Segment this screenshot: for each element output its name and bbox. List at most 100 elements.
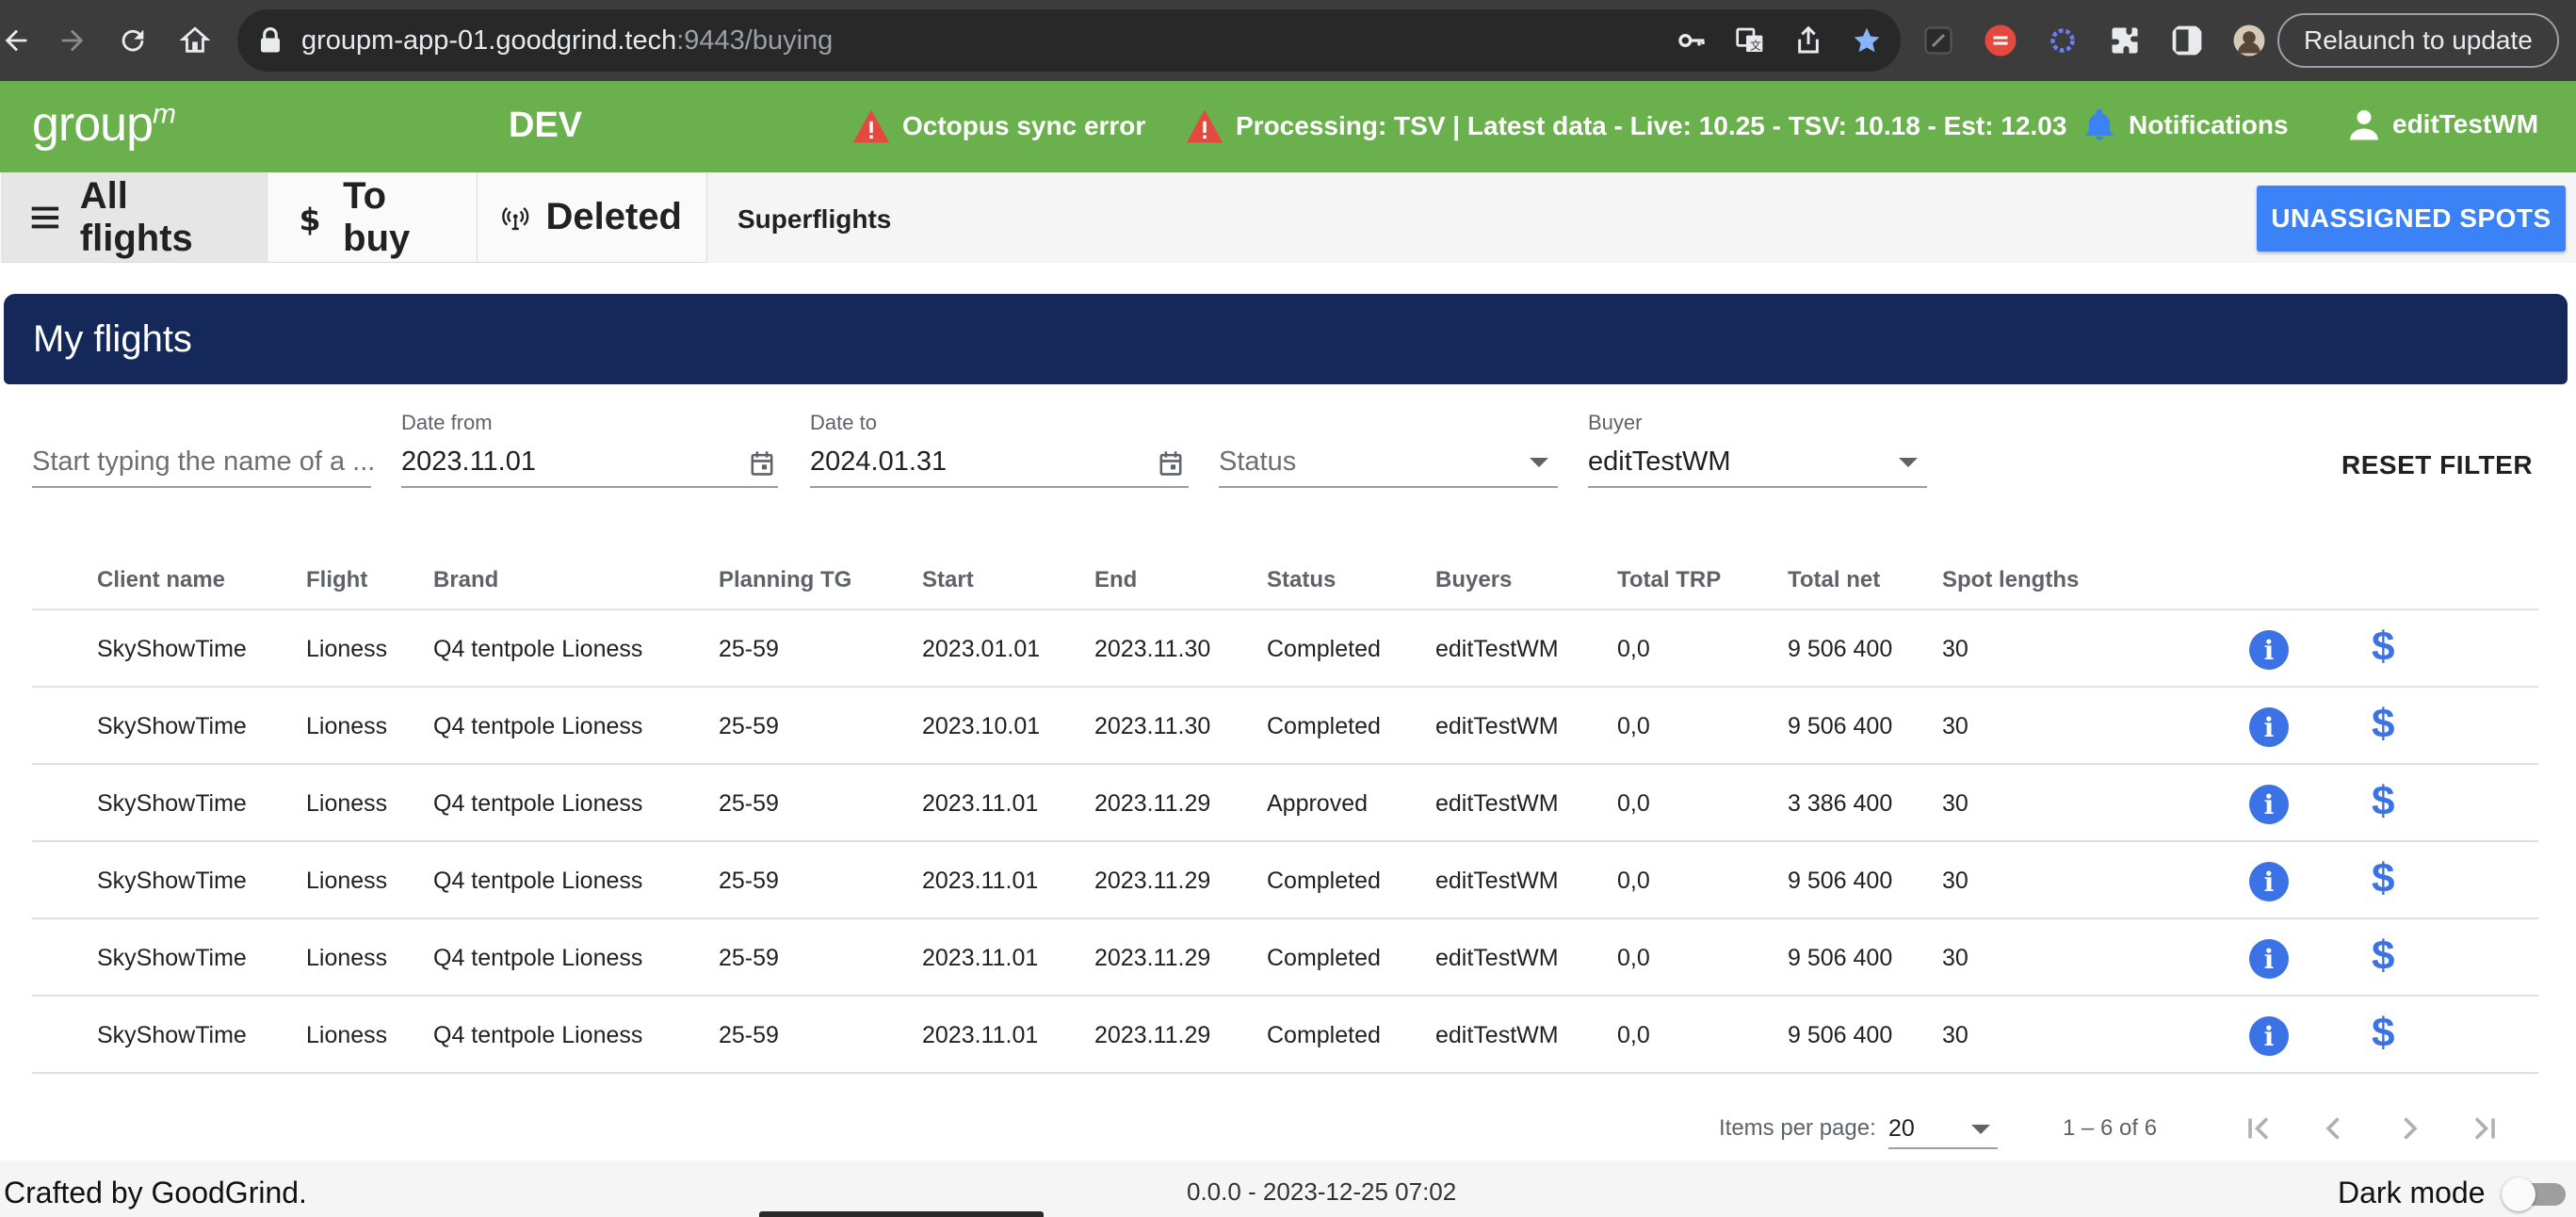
- processing-indicator: Processing: TSV | Latest data - Live: 10…: [1185, 107, 2066, 145]
- warning-icon: [1186, 109, 1223, 143]
- environment-label: DEV: [509, 105, 583, 145]
- dollar-icon[interactable]: $: [2372, 1010, 2394, 1057]
- dark-mode-label: Dark mode: [2338, 1176, 2486, 1209]
- items-per-page-label: Items per page:: [1719, 1115, 1876, 1141]
- column-header[interactable]: Client name: [97, 567, 225, 593]
- person-icon: [2350, 110, 2378, 140]
- svg-text:文: 文: [1750, 38, 1761, 52]
- column-header[interactable]: Start: [922, 567, 974, 593]
- previous-page-button[interactable]: [2311, 1108, 2357, 1149]
- info-icon[interactable]: i: [2249, 862, 2289, 901]
- processing-text: Processing: TSV | Latest data - Live: 10…: [1236, 111, 2067, 140]
- dollar-icon[interactable]: $: [2372, 778, 2394, 825]
- column-header[interactable]: Brand: [433, 567, 498, 593]
- forward-button[interactable]: [43, 11, 102, 70]
- dark-mode-toggle[interactable]: [2502, 1177, 2568, 1211]
- paginator: Items per page: 20 1 – 6 of 6: [0, 1093, 2576, 1159]
- chevron-down-icon: [1899, 458, 1918, 467]
- sidepanel-icon[interactable]: [2170, 24, 2204, 57]
- first-page-icon: [2248, 1117, 2269, 1140]
- back-button[interactable]: [0, 11, 45, 70]
- translate-icon[interactable]: 文: [1735, 25, 1765, 56]
- column-header[interactable]: Status: [1267, 567, 1336, 593]
- share-icon[interactable]: [1793, 25, 1823, 56]
- extension-blue-icon[interactable]: [2046, 24, 2080, 57]
- info-icon[interactable]: i: [2249, 707, 2289, 747]
- antenna-icon: [502, 206, 529, 230]
- unassigned-spots-button[interactable]: UNASSIGNED SPOTS: [2257, 186, 2566, 252]
- info-icon[interactable]: i: [2249, 939, 2289, 979]
- table-row[interactable]: SkyShowTime Lioness Q4 tentpole Lioness …: [32, 765, 2538, 842]
- arrow-right-icon: [61, 29, 84, 52]
- home-icon: [179, 26, 211, 53]
- status-select[interactable]: Status: [1219, 411, 1558, 490]
- tabs-row: All flights $ To buy Deleted Superflight…: [0, 172, 2576, 263]
- column-header[interactable]: Total net: [1788, 567, 1880, 593]
- address-bar[interactable]: groupm-app-01.goodgrind.tech:9443/buying…: [237, 9, 1901, 72]
- browser-toolbar: groupm-app-01.goodgrind.tech:9443/buying…: [0, 0, 2576, 81]
- items-per-page-select[interactable]: 20: [1888, 1110, 1998, 1149]
- column-header[interactable]: Flight: [306, 567, 367, 593]
- chevron-down-icon: [1971, 1125, 1990, 1134]
- key-icon[interactable]: [1677, 25, 1707, 56]
- buyer-select[interactable]: Buyer editTestWM: [1588, 411, 1927, 490]
- puzzle-icon[interactable]: [2108, 24, 2142, 57]
- last-page-button[interactable]: [2462, 1108, 2507, 1149]
- groupm-logo[interactable]: groupm: [32, 96, 176, 153]
- star-icon[interactable]: [1852, 25, 1882, 56]
- sync-error-text: Octopus sync error: [902, 111, 1146, 140]
- info-icon[interactable]: i: [2249, 630, 2289, 670]
- column-header[interactable]: Spot lengths: [1942, 567, 2079, 593]
- column-header[interactable]: End: [1094, 567, 1137, 593]
- tab-deleted[interactable]: Deleted: [477, 172, 707, 263]
- column-header[interactable]: Buyers: [1435, 567, 1512, 593]
- tab-all-flights[interactable]: All flights: [2, 172, 267, 263]
- extension-dark-icon[interactable]: [1921, 24, 1955, 57]
- table-row[interactable]: SkyShowTime Lioness Q4 tentpole Lioness …: [32, 997, 2538, 1074]
- dollar-icon[interactable]: $: [2372, 624, 2394, 671]
- dollar-icon[interactable]: $: [2372, 933, 2394, 980]
- panel-title: My flights: [4, 294, 2568, 384]
- next-page-button[interactable]: [2387, 1108, 2432, 1149]
- table-row[interactable]: SkyShowTime Lioness Q4 tentpole Lioness …: [32, 688, 2538, 765]
- table-row[interactable]: SkyShowTime Lioness Q4 tentpole Lioness …: [32, 610, 2538, 688]
- calendar-icon[interactable]: [750, 450, 774, 477]
- date-to-field[interactable]: Date to 2024.01.31: [810, 411, 1189, 490]
- home-button[interactable]: [166, 11, 224, 70]
- flight-search-input[interactable]: Start typing the name of a ...: [32, 414, 375, 490]
- column-header[interactable]: Planning TG: [719, 567, 851, 593]
- dollar-icon[interactable]: $: [2372, 855, 2394, 902]
- tab-to-buy[interactable]: $ To buy: [267, 172, 478, 263]
- arrow-left-icon: [5, 29, 27, 52]
- reset-filter-button[interactable]: RESET FILTER: [2341, 450, 2533, 480]
- table-row[interactable]: SkyShowTime Lioness Q4 tentpole Lioness …: [32, 842, 2538, 919]
- version-text: 0.0.0 - 2023-12-25 07:02: [1187, 1177, 1457, 1206]
- first-page-button[interactable]: [2236, 1108, 2281, 1149]
- sync-error-indicator[interactable]: Octopus sync error: [851, 107, 1145, 145]
- extension-red-icon[interactable]: [1984, 24, 2017, 57]
- lock-icon: [261, 26, 280, 53]
- tab-superflights[interactable]: Superflights: [737, 204, 891, 235]
- chevron-down-icon: [1530, 458, 1548, 467]
- dollar-icon[interactable]: $: [2372, 701, 2394, 748]
- crafted-by-text: Crafted by GoodGrind.: [4, 1176, 307, 1209]
- dollar-icon: $: [300, 201, 321, 235]
- page-range: 1 – 6 of 6: [2063, 1115, 2158, 1141]
- column-header[interactable]: Total TRP: [1617, 567, 1721, 593]
- chevron-left-icon: [2325, 1117, 2340, 1140]
- info-icon[interactable]: i: [2249, 1016, 2289, 1056]
- horizontal-scrollbar[interactable]: [759, 1211, 1044, 1217]
- notifications-button[interactable]: Notifications: [2082, 107, 2289, 143]
- relaunch-button[interactable]: Relaunch to update: [2277, 13, 2559, 68]
- info-icon[interactable]: i: [2249, 785, 2289, 824]
- table-row[interactable]: SkyShowTime Lioness Q4 tentpole Lioness …: [32, 919, 2538, 997]
- footer: Crafted by GoodGrind. 0.0.0 - 2023-12-25…: [0, 1160, 2576, 1217]
- profile-avatar-icon[interactable]: [2232, 24, 2266, 57]
- menu-icon: [31, 206, 59, 228]
- url-text: groupm-app-01.goodgrind.tech:9443/buying: [301, 24, 834, 56]
- reload-button[interactable]: [104, 11, 162, 70]
- user-menu[interactable]: editTestWM: [2347, 107, 2538, 141]
- warning-icon: [852, 109, 890, 143]
- date-from-field[interactable]: Date from 2023.11.01: [401, 411, 778, 490]
- calendar-icon[interactable]: [1158, 450, 1183, 477]
